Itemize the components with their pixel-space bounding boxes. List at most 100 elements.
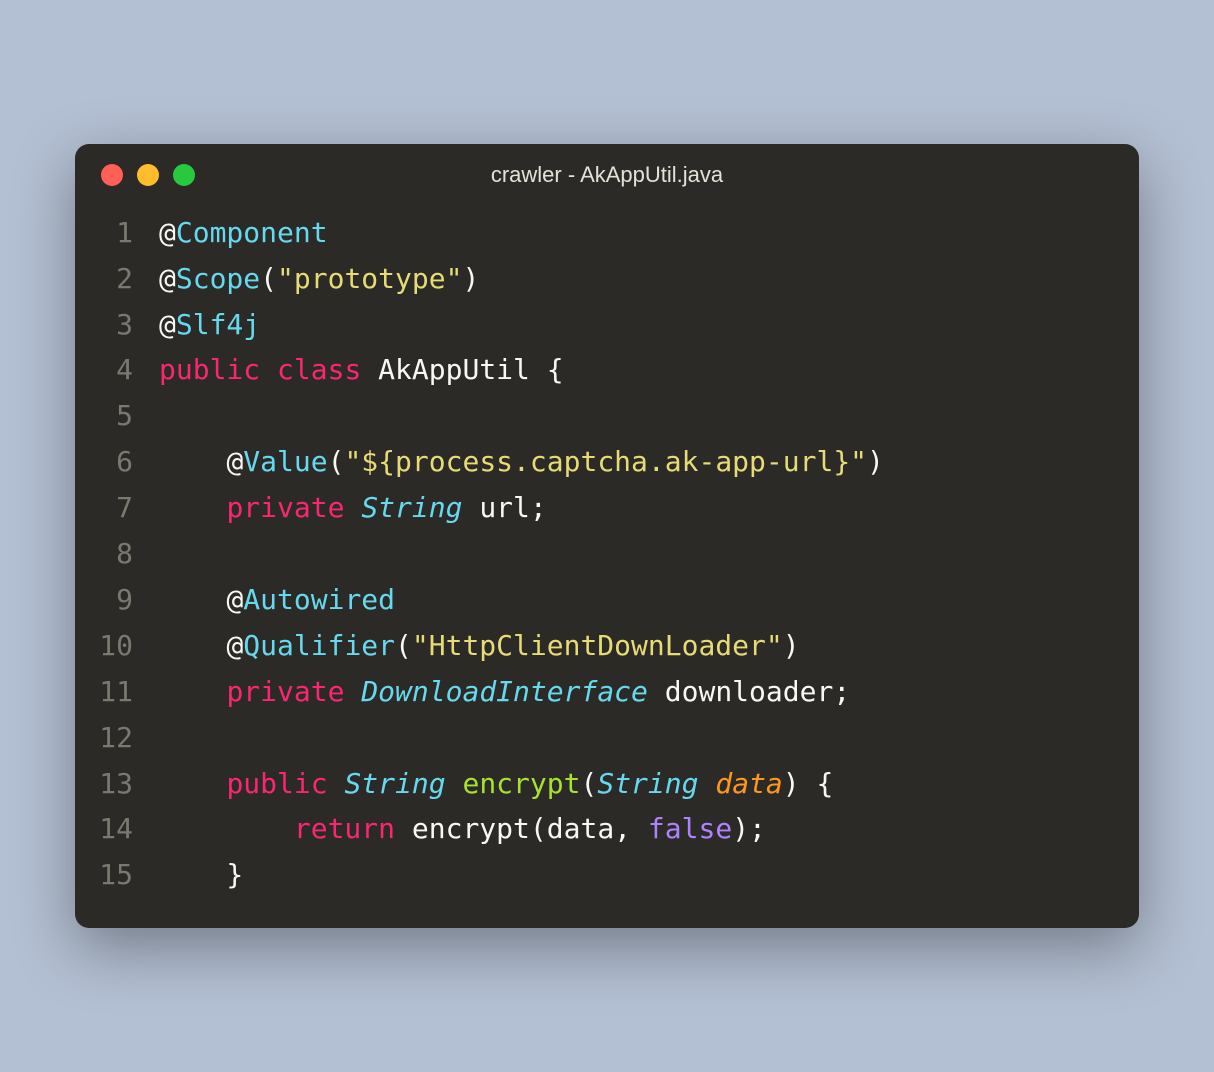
line-content[interactable]: return encrypt(data, false); — [159, 806, 1111, 852]
code-editor[interactable]: 1@Component2@Scope("prototype")3@Slf4j4p… — [75, 194, 1139, 899]
code-token: ( — [580, 767, 597, 800]
code-token: @ — [226, 583, 243, 616]
code-token — [328, 767, 345, 800]
line-content[interactable]: @Component — [159, 210, 1111, 256]
code-token: ) — [783, 629, 800, 662]
code-token: private — [226, 491, 344, 524]
code-token — [159, 767, 226, 800]
code-token — [395, 812, 412, 845]
code-line[interactable]: 10 @Qualifier("HttpClientDownLoader") — [75, 623, 1111, 669]
line-number: 4 — [75, 347, 159, 393]
code-token: "HttpClientDownLoader" — [412, 629, 783, 662]
code-token: class — [277, 353, 361, 386]
code-line[interactable]: 12 — [75, 715, 1111, 761]
line-number: 6 — [75, 439, 159, 485]
code-token — [159, 629, 226, 662]
line-content[interactable]: @Slf4j — [159, 302, 1111, 348]
close-icon[interactable] — [101, 164, 123, 186]
code-token: String — [597, 767, 698, 800]
code-line[interactable]: 11 private DownloadInterface downloader; — [75, 669, 1111, 715]
code-token: (data, — [530, 812, 648, 845]
line-number: 5 — [75, 393, 159, 439]
maximize-icon[interactable] — [173, 164, 195, 186]
code-token: public — [226, 767, 327, 800]
code-token: ( — [260, 262, 277, 295]
code-line[interactable]: 3@Slf4j — [75, 302, 1111, 348]
code-token — [462, 491, 479, 524]
line-content[interactable]: @Scope("prototype") — [159, 256, 1111, 302]
window-title: crawler - AkAppUtil.java — [75, 162, 1139, 188]
line-content[interactable]: public String encrypt(String data) { — [159, 761, 1111, 807]
code-token: encrypt — [462, 767, 580, 800]
code-line[interactable]: 1@Component — [75, 210, 1111, 256]
code-token — [159, 675, 226, 708]
code-line[interactable]: 9 @Autowired — [75, 577, 1111, 623]
code-token: "${process.captcha.ak-app-url}" — [344, 445, 867, 478]
code-token: ) { — [783, 767, 834, 800]
line-number: 3 — [75, 302, 159, 348]
code-token: ) — [867, 445, 884, 478]
code-token — [648, 675, 665, 708]
code-line[interactable]: 14 return encrypt(data, false); — [75, 806, 1111, 852]
traffic-lights — [101, 164, 195, 186]
code-line[interactable]: 13 public String encrypt(String data) { — [75, 761, 1111, 807]
code-token: encrypt — [412, 812, 530, 845]
code-token: { — [530, 353, 564, 386]
code-line[interactable]: 6 @Value("${process.captcha.ak-app-url}"… — [75, 439, 1111, 485]
line-number: 1 — [75, 210, 159, 256]
code-token: @ — [159, 308, 176, 341]
code-token — [361, 353, 378, 386]
line-number: 2 — [75, 256, 159, 302]
code-token: public — [159, 353, 260, 386]
code-token: url; — [479, 491, 546, 524]
line-number: 13 — [75, 761, 159, 807]
code-token — [344, 675, 361, 708]
code-token — [159, 583, 226, 616]
editor-window: crawler - AkAppUtil.java 1@Component2@Sc… — [75, 144, 1139, 929]
line-content[interactable]: @Qualifier("HttpClientDownLoader") — [159, 623, 1111, 669]
code-line[interactable]: 7 private String url; — [75, 485, 1111, 531]
code-token: data — [715, 767, 782, 800]
code-line[interactable]: 8 — [75, 531, 1111, 577]
code-line[interactable]: 5 — [75, 393, 1111, 439]
line-content[interactable]: private DownloadInterface downloader; — [159, 669, 1111, 715]
code-token: ); — [732, 812, 766, 845]
line-number: 8 — [75, 531, 159, 577]
line-number: 14 — [75, 806, 159, 852]
code-token: @ — [226, 629, 243, 662]
titlebar: crawler - AkAppUtil.java — [75, 144, 1139, 194]
code-token: return — [294, 812, 395, 845]
code-token: DownloadInterface — [361, 675, 648, 708]
code-token — [159, 445, 226, 478]
code-token — [699, 767, 716, 800]
code-token — [159, 812, 294, 845]
code-line[interactable]: 15 } — [75, 852, 1111, 898]
code-token: Slf4j — [176, 308, 260, 341]
code-token: private — [226, 675, 344, 708]
code-token: @ — [159, 262, 176, 295]
code-token: @ — [159, 216, 176, 249]
code-token — [446, 767, 463, 800]
line-number: 9 — [75, 577, 159, 623]
line-content[interactable]: } — [159, 852, 1111, 898]
line-content[interactable]: @Value("${process.captcha.ak-app-url}") — [159, 439, 1111, 485]
code-token — [159, 491, 226, 524]
code-token — [344, 491, 361, 524]
minimize-icon[interactable] — [137, 164, 159, 186]
line-content[interactable]: public class AkAppUtil { — [159, 347, 1111, 393]
line-content[interactable]: @Autowired — [159, 577, 1111, 623]
line-number: 10 — [75, 623, 159, 669]
code-token: ( — [395, 629, 412, 662]
code-token: "prototype" — [277, 262, 462, 295]
line-number: 15 — [75, 852, 159, 898]
code-token: false — [648, 812, 732, 845]
code-token: } — [159, 858, 243, 891]
code-line[interactable]: 4public class AkAppUtil { — [75, 347, 1111, 393]
line-content[interactable]: private String url; — [159, 485, 1111, 531]
line-number: 7 — [75, 485, 159, 531]
code-token — [260, 353, 277, 386]
code-token: Component — [176, 216, 328, 249]
code-token: Scope — [176, 262, 260, 295]
code-token: Value — [243, 445, 327, 478]
code-line[interactable]: 2@Scope("prototype") — [75, 256, 1111, 302]
